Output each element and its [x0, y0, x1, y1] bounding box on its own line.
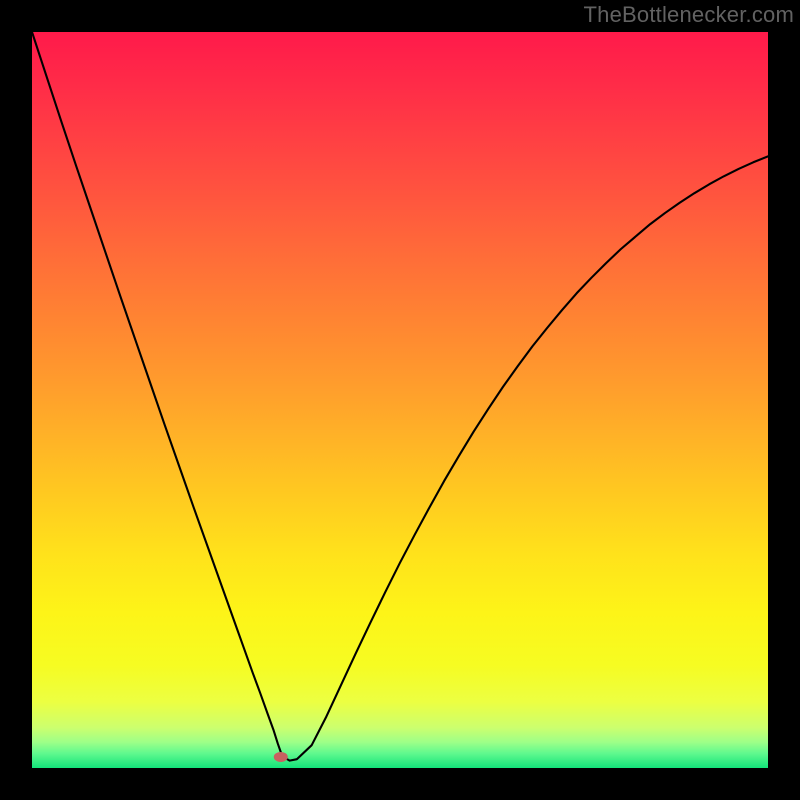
vertex-marker — [274, 752, 288, 762]
plot-background — [32, 32, 768, 768]
chart-plot — [32, 32, 768, 768]
watermark-text: TheBottlenecker.com — [584, 2, 794, 28]
chart-frame: TheBottlenecker.com — [0, 0, 800, 800]
